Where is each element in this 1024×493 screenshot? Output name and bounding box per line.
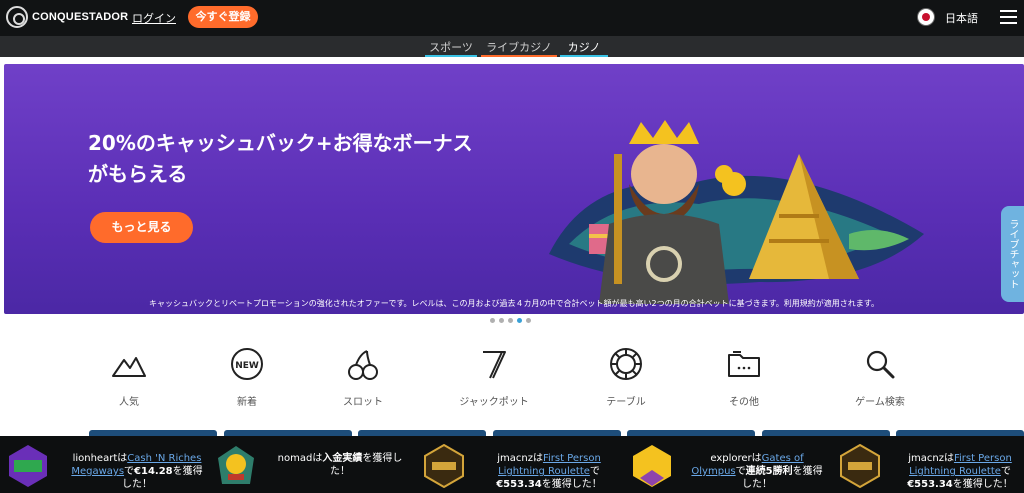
category-popular[interactable]: 人気 [84,346,174,408]
tab-live-casino[interactable]: ライブカジノ [481,39,557,57]
category-game-search[interactable]: ゲーム検索 [835,346,925,408]
mountain-icon [112,357,146,377]
logo-text: CONQUESTADOR [32,11,129,23]
section-nav: スポーツ ライブカジノ カジノ [0,36,1024,57]
ticker-item: nomadは入金実績を獲得した！ [277,453,403,477]
category-slots[interactable]: スロット [318,346,408,408]
site-logo[interactable]: CONQUESTADOR [6,6,128,28]
chip-icon [610,348,642,380]
carousel-dot[interactable] [508,318,513,323]
winning-streak-badge-icon [633,445,671,487]
category-jackpot[interactable]: ジャックポット [449,346,539,408]
new-badge-icon: NEW [231,348,263,380]
category-new[interactable]: NEW 新着 [202,346,292,408]
lightning-roulette-badge-icon [840,444,880,488]
game-categories: 人気 NEW 新着 スロット ジャックポット テーブル その他 ゲーム検索 [0,346,1024,416]
carousel-dot[interactable] [499,318,504,323]
ticker-item: lionheartはCash 'N Riches Megawaysで€14.28… [71,453,203,490]
ticker-item: explorerはGates of Olympusで連続5勝利を獲得した！ [691,453,823,490]
login-link[interactable]: ログイン [132,10,176,26]
deposit-achievement-icon [218,446,254,484]
tab-sports[interactable]: スポーツ [425,39,477,57]
carousel-dot[interactable] [526,318,531,323]
cherry-icon [348,350,378,380]
winners-ticker: lionheartはCash 'N Riches Megawaysで€14.28… [0,436,1024,493]
japan-flag-icon[interactable] [917,8,935,26]
logo-icon [6,6,28,28]
tab-casino[interactable]: カジノ [560,39,608,57]
ticker-item: jmacnzはFirst Person Lightning Rouletteで€… [496,453,602,490]
seven-icon [483,351,506,379]
lightning-roulette-badge-icon [424,444,464,488]
cash-riches-badge-icon [9,445,47,487]
conquistador-hero-illustration [549,120,924,304]
promo-banner[interactable]: 20%のキャッシュバック+お得なボーナス がもらえる もっと見る キャッシュバッ… [4,64,1024,314]
category-other[interactable]: その他 [699,346,789,408]
carousel-dot[interactable] [490,318,495,323]
svg-text:NEW: NEW [235,361,259,371]
carousel-dots [490,318,531,323]
banner-terms-note: キャッシュバックとリベートプロモーションの強化されたオファーです。レベルは、この… [148,299,880,308]
hamburger-menu-icon[interactable] [1000,10,1017,24]
search-icon [866,350,895,379]
carousel-dot-active[interactable] [517,318,522,323]
register-button[interactable]: 今すぐ登録 [188,6,258,28]
ticker-item: jmacnzはFirst Person Lightning Rouletteで€… [907,453,1013,490]
banner-cta-button[interactable]: もっと見る [90,212,193,243]
folder-icon [728,351,760,377]
top-header: CONQUESTADOR ログイン 今すぐ登録 日本語 [0,0,1024,36]
language-selector[interactable]: 日本語 [945,10,978,26]
category-table[interactable]: テーブル [581,346,671,408]
live-chat-tab[interactable]: ライブチャット [1001,206,1024,302]
banner-title: 20%のキャッシュバック+お得なボーナス がもらえる [88,131,473,186]
